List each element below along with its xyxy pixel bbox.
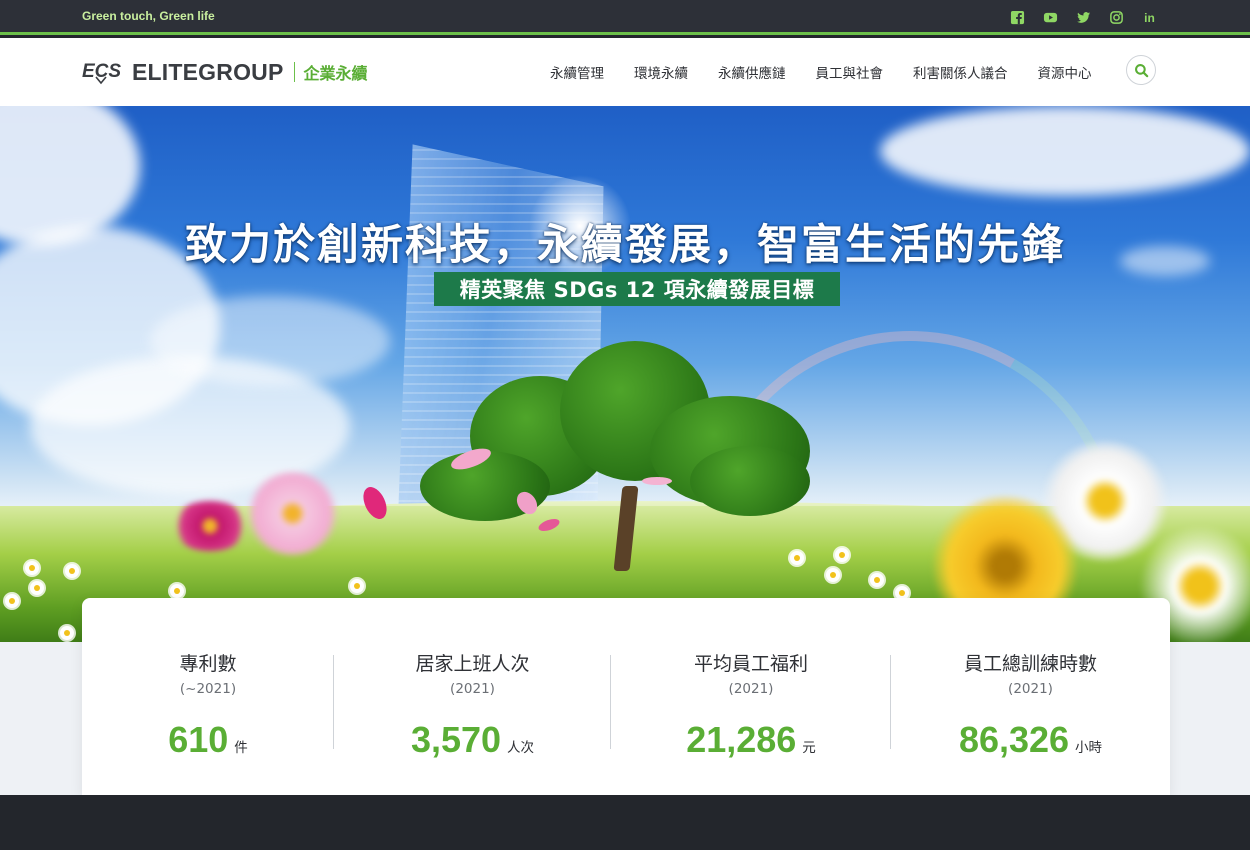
twitter-icon[interactable] [1075,9,1092,26]
stat-value-row: 86,326 小時 [891,719,1170,761]
stat-unit: 件 [234,740,248,756]
instagram-icon[interactable] [1108,9,1125,26]
hero-banner: 致力於創新科技，永續發展，智富生活的先鋒 精英聚焦 SDGs 12 項永續發展目… [0,106,1250,642]
small-daisy [5,594,19,608]
stat-value-row: 610 件 [82,719,334,761]
search-button[interactable] [1126,55,1156,85]
tagline: Green touch, Green life [82,9,215,23]
stat-value-row: 3,570 人次 [334,719,611,761]
stat-year: (2021) [1008,681,1053,697]
small-daisy [60,626,74,640]
logo-divider [293,62,295,82]
small-daisy [65,564,79,578]
small-daisy [170,584,184,598]
logo-mark-text: ECS [82,61,121,82]
search-icon [1134,63,1148,77]
small-daisy [826,568,840,582]
nav-item-environment[interactable]: 環境永續 [634,62,688,82]
nav-item-sustainability-management[interactable]: 永續管理 [550,62,604,82]
small-daisy [30,581,44,595]
stat-value: 86,326 [958,719,1070,760]
stat-year: (2021) [728,681,774,697]
nav-item-stakeholders[interactable]: 利害關係人議合 [913,62,1008,82]
hero-title: 致力於創新科技，永續發展，智富生活的先鋒 [184,220,1065,269]
youtube-icon[interactable] [1042,9,1059,26]
nav-item-supply-chain[interactable]: 永續供應鏈 [718,62,786,82]
stat-value: 21,286 [686,719,797,760]
nav-item-employees-society[interactable]: 員工與社會 [816,62,884,82]
main-nav: 永續管理 環境永續 永續供應鏈 員工與社會 利害關係人議合 資源中心 [535,62,1107,82]
stat-label: 居家上班人次 [415,653,530,675]
flower-petal [642,477,672,485]
stat-employee-benefits: 平均員工福利 (2021) 21,286 元 [611,598,891,795]
tree-crown [690,446,810,516]
top-bar: Green touch, Green life in [0,0,1250,35]
stat-unit: 元 [802,740,816,756]
stat-value: 3,570 [410,719,502,760]
small-daisy [350,579,364,593]
facebook-icon[interactable] [1009,9,1026,26]
stat-label: 員工總訓練時數 [963,653,1097,675]
small-daisy [25,561,39,575]
stat-remote-work: 居家上班人次 (2021) 3,570 人次 [334,598,611,795]
stat-label: 專利數 [179,653,237,675]
pink-cosmos-flower [170,501,250,551]
small-daisy [870,573,884,587]
logo[interactable]: ECS ELITEGROUP 企業永續 [82,58,368,86]
small-daisy [835,548,849,562]
logo-name: ELITEGROUP [132,58,284,85]
site-header: ECS ELITEGROUP 企業永續 永續管理 環境永續 永續供應鏈 員工與社… [0,38,1250,106]
stats-card: 專利數 (~2021) 610 件 居家上班人次 (2021) 3,570 人次… [82,598,1170,795]
stat-unit: 小時 [1075,740,1103,756]
stat-label: 平均員工福利 [693,653,808,675]
stat-unit: 人次 [507,740,535,756]
stat-value-row: 21,286 元 [611,719,891,761]
stat-year: (2021) [450,681,495,697]
cloud [150,296,390,386]
small-daisy [790,551,804,565]
light-pink-cosmos-flower [245,471,340,556]
stat-training-hours: 員工總訓練時數 (2021) 86,326 小時 [891,598,1170,795]
social-links: in [1009,9,1158,26]
stat-year: (~2021) [179,681,237,697]
nav-item-resources[interactable]: 資源中心 [1038,62,1092,82]
footer [0,795,1250,850]
linkedin-icon[interactable]: in [1141,9,1158,26]
stat-value: 610 [168,719,229,760]
ecs-logo-mark: ECS [82,59,124,85]
cloud [880,106,1250,196]
hero-subtitle: 精英聚焦 SDGs 12 項永續發展目標 [434,272,840,306]
logo-subtitle: 企業永續 [303,64,368,83]
stat-patents: 專利數 (~2021) 610 件 [82,598,334,795]
